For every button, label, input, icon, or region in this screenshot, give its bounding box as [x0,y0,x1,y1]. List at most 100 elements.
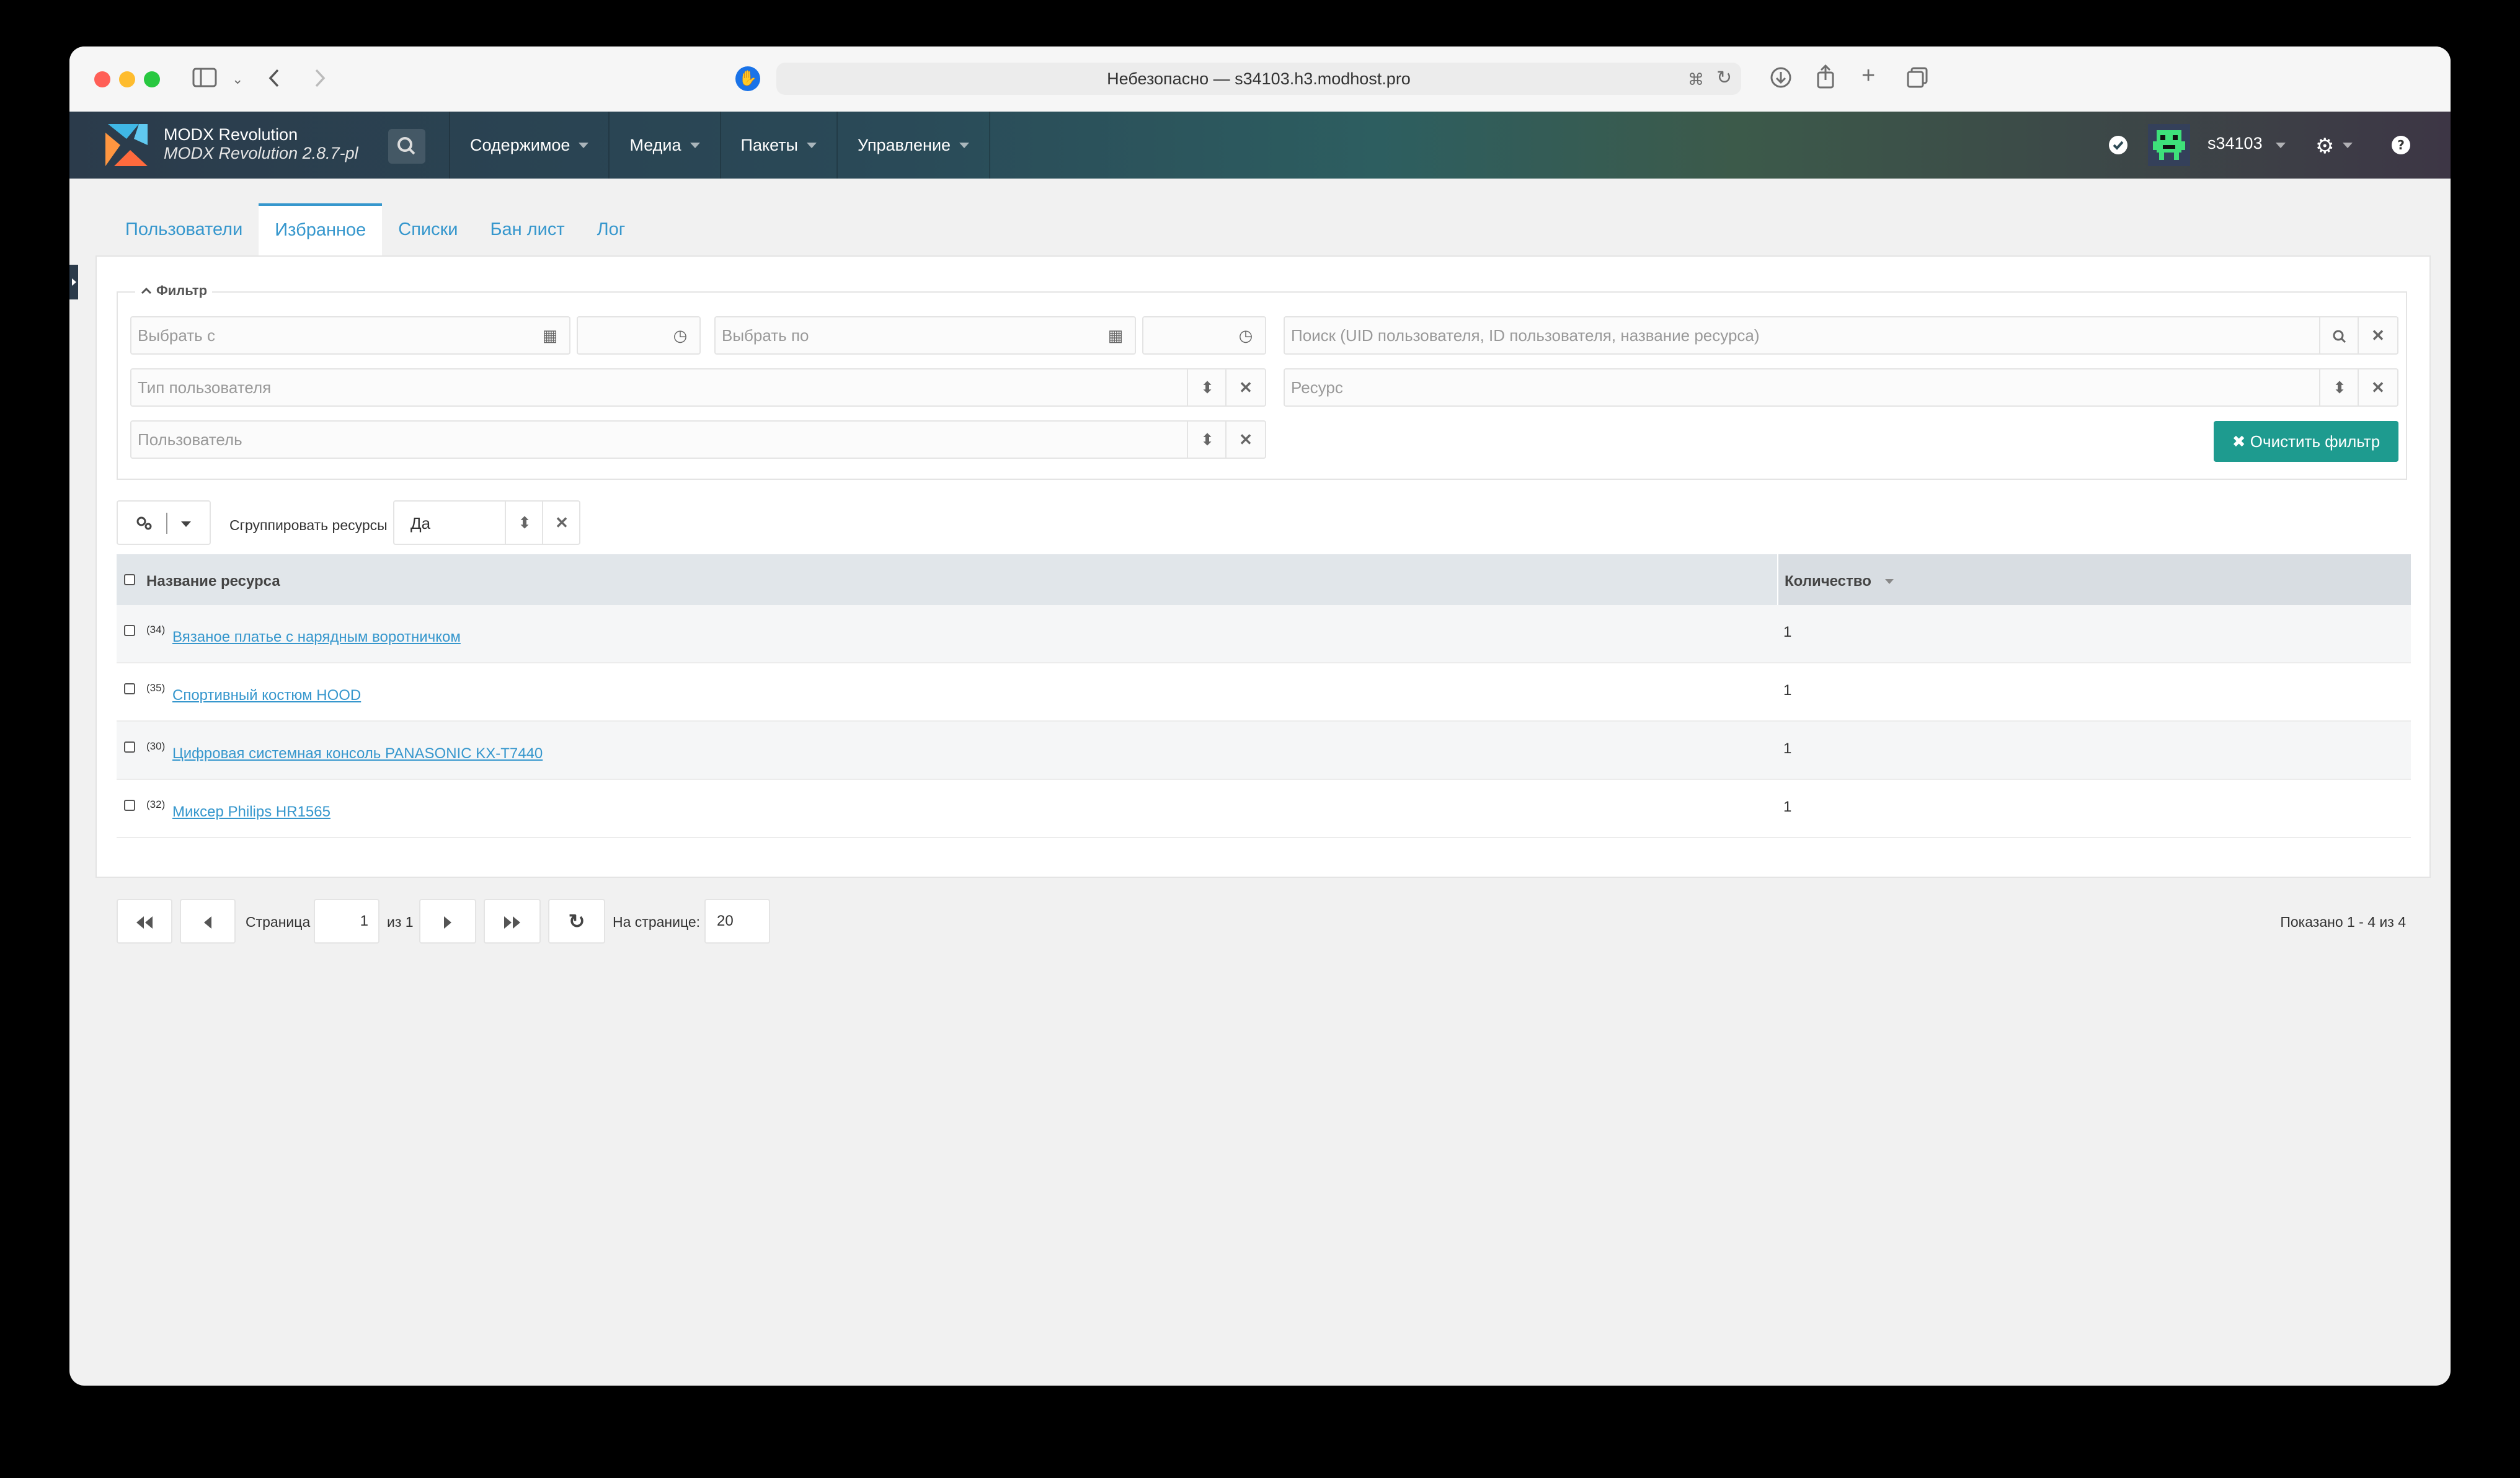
column-resource-name[interactable]: Название ресурса [117,554,1777,605]
search-field[interactable]: Поиск (UID пользователя, ID пользователя… [1284,316,2398,355]
page-input[interactable]: 1 [314,899,379,944]
first-page-button[interactable] [117,899,172,944]
resource-placeholder: Ресурс [1291,378,1343,397]
calendar-icon[interactable]: ▦ [531,317,569,353]
per-page-input[interactable]: 20 [704,899,770,944]
group-resources-select[interactable]: Да ⬍ ✕ [393,500,580,545]
search-icon[interactable] [2319,317,2359,353]
clock-icon[interactable]: ◷ [661,317,699,353]
resource-select[interactable]: Ресурс ⬍ ✕ [1284,368,2398,407]
caret-down-icon [579,142,589,148]
prev-page-button[interactable] [180,899,236,944]
next-page-button[interactable] [419,899,476,944]
check-circle-icon[interactable] [2108,135,2128,158]
row-checkbox[interactable] [124,741,135,753]
date-from-field[interactable]: Выбрать с ▦ [130,316,570,355]
tab-lists[interactable]: Списки [382,203,474,255]
menu-packages-label: Пакеты [740,136,798,154]
menu-content[interactable]: Содержимое [449,112,608,179]
clock-icon[interactable]: ◷ [1227,317,1265,353]
column-count[interactable]: Количество [1777,554,2411,605]
back-icon[interactable] [267,68,282,92]
forward-icon[interactable] [313,68,327,92]
resource-link[interactable]: Спортивный костюм HOOD [172,687,361,704]
row-checkbox[interactable] [124,625,135,636]
gear-icon[interactable]: ⚙ [2315,134,2334,159]
clear-filter-button[interactable]: ✖ Очистить фильтр [2214,421,2398,462]
sort-arrows-icon[interactable]: ⬍ [1187,370,1227,405]
caret-down-icon[interactable] [2343,143,2353,148]
avatar[interactable] [2148,124,2190,169]
resource-id: (32) [146,799,166,810]
resource-link[interactable]: Миксер Philips HR1565 [172,803,331,821]
last-page-button[interactable] [484,899,541,944]
time-from-field[interactable]: ◷ [577,316,701,355]
manager-header: MODX Revolution MODX Revolution 2.8.7-pl… [69,112,2451,179]
menu-content-label: Содержимое [470,136,570,154]
caret-down-icon [181,521,191,527]
date-to-field[interactable]: Выбрать по ▦ [714,316,1136,355]
chevron-down-icon[interactable]: ⌄ [232,69,243,90]
sidebar-icon[interactable] [192,68,217,91]
arrow-right-icon [72,278,76,286]
sidebar-toggle[interactable] [69,265,78,299]
time-to-field[interactable]: ◷ [1142,316,1266,355]
clear-icon[interactable]: ✕ [542,502,580,544]
privacy-icon[interactable]: ✋ [735,66,760,91]
double-left-icon [136,916,153,929]
table-row[interactable]: (34) Вязаное платье с нарядным воротничк… [117,605,2411,663]
tab-log[interactable]: Лог [581,203,642,255]
main-panel: Фильтр Выбрать с ▦ ◷ Выбрать по ▦ ◷ Поис… [95,255,2431,944]
search-button[interactable] [388,129,425,164]
modx-logo[interactable] [102,120,151,170]
filter-legend[interactable]: Фильтр [135,283,213,299]
select-all-checkbox[interactable] [124,574,135,585]
clear-icon[interactable]: ✕ [2358,370,2397,405]
actions-button[interactable] [117,500,211,545]
username[interactable]: s34103 [2207,134,2263,153]
row-checkbox[interactable] [124,683,135,694]
filter-legend-label: Фильтр [156,283,208,298]
calendar-icon[interactable]: ▦ [1096,317,1135,353]
minimize-window-button[interactable] [119,71,135,87]
table-row[interactable]: (35) Спортивный костюм HOOD 1 [117,663,2411,722]
sort-arrows-icon[interactable]: ⬍ [2319,370,2359,405]
tab-ban-list[interactable]: Бан лист [474,203,580,255]
resource-link[interactable]: Цифровая системная консоль PANASONIC KX-… [172,745,543,763]
menu-manage[interactable]: Управление [836,112,991,179]
tab-favorites[interactable]: Избранное [259,203,383,255]
translate-icon[interactable]: ⌘ [1688,69,1704,90]
resource-link[interactable]: Вязаное платье с нарядным воротничком [172,629,461,646]
downloads-icon[interactable] [1770,66,1792,92]
refresh-button[interactable]: ↻ [548,899,605,944]
table-row[interactable]: (30) Цифровая системная консоль PANASONI… [117,722,2411,780]
help-icon[interactable]: ? [2391,135,2411,158]
sort-arrows-icon[interactable]: ⬍ [1187,422,1227,458]
per-page-label: На странице: [613,914,701,930]
tab-users[interactable]: Пользователи [109,203,259,255]
menu-media[interactable]: Медиа [608,112,719,179]
group-resources-label: Сгруппировать ресурсы [229,517,388,533]
sort-arrows-icon[interactable]: ⬍ [505,502,543,544]
zoom-window-button[interactable] [144,71,160,87]
table-row[interactable]: (32) Миксер Philips HR1565 1 [117,780,2411,838]
address-bar[interactable]: Небезопасно — s34103.h3.modhost.pro [776,63,1741,95]
caret-down-icon[interactable] [2276,143,2286,148]
new-tab-icon[interactable]: + [1861,64,1875,87]
clear-icon[interactable]: ✕ [2358,317,2397,353]
caret-down-icon [806,142,817,148]
clear-icon[interactable]: ✕ [1225,370,1265,405]
menu-packages[interactable]: Пакеты [719,112,836,179]
tabs-overview-icon[interactable] [1906,66,1928,92]
url-text: Небезопасно — s34103.h3.modhost.pro [1107,69,1411,88]
resource-id: (30) [146,740,166,752]
row-checkbox[interactable] [124,800,135,811]
clear-icon[interactable]: ✕ [1225,422,1265,458]
browser-toolbar: ⌄ ✋ Небезопасно — s34103.h3.modhost.pro … [69,46,2451,113]
share-icon[interactable] [1816,64,1835,92]
close-window-button[interactable] [94,71,110,87]
user-type-select[interactable]: Тип пользователя ⬍ ✕ [130,368,1266,407]
main-menu: Содержимое Медиа Пакеты Управление [449,112,991,179]
user-select[interactable]: Пользователь ⬍ ✕ [130,420,1266,459]
reload-icon[interactable]: ↻ [1716,68,1732,89]
